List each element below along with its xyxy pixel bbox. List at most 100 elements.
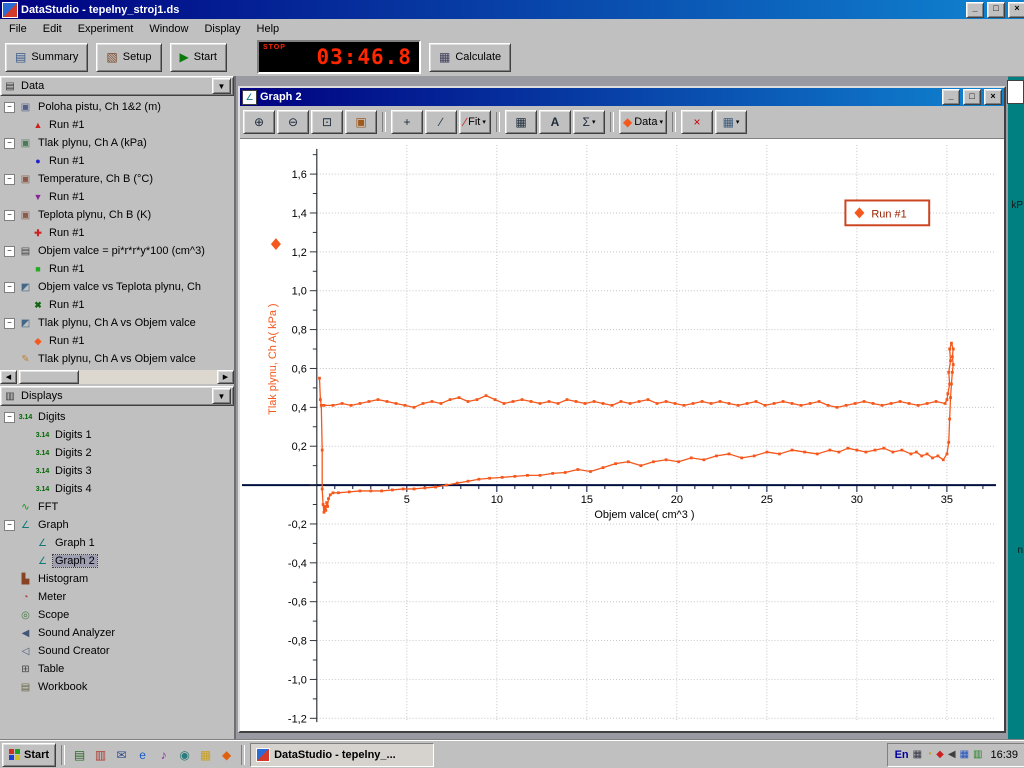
calculator-button[interactable]: ▦ [505,110,537,134]
data-source-item[interactable]: −▣Tlak plynu, Ch A (kPa) [0,134,234,152]
summary-button[interactable]: ▤ Summary [5,43,88,72]
graph-window: ∠ Graph 2 _ □ × ⊕⊖⊡▣+∕∕Fit▾▦AΣ▾◆Data▾×▦▾… [238,86,1006,733]
data-source-item[interactable]: −▤Objem valce = pi*r*r*y*100 (cm^3) [0,242,234,260]
expander-icon[interactable]: − [4,282,15,293]
slope-tool-button[interactable]: ∕ [425,110,457,134]
display-item[interactable]: ◀Sound Analyzer [0,624,234,642]
menu-experiment[interactable]: Experiment [70,21,142,37]
expander-icon[interactable]: − [4,318,15,329]
data-source-item[interactable]: −▣Poloha pistu, Ch 1&2 (m) [0,98,234,116]
display-item[interactable]: ◔Meter [0,588,234,606]
remove-button[interactable]: × [681,110,713,134]
keyboard-layout-icon[interactable]: ▦ [913,749,922,760]
data-tree-hscrollbar[interactable]: ◀ ▶ [0,370,234,384]
displays-panel-menu-button[interactable]: ▼ [212,388,231,404]
display-item[interactable]: −3.14Digits [0,408,234,426]
antivirus-tray-icon[interactable]: ◆ [936,749,944,760]
expander-icon[interactable]: − [4,210,15,221]
display-item[interactable]: −∠Graph [0,516,234,534]
minimize-button[interactable]: _ [966,2,984,18]
display-item[interactable]: 3.14Digits 1 [0,426,234,444]
start-menu-button[interactable]: Start [2,743,56,767]
data-source-item[interactable]: −◩Objem valce vs Teplota plynu, Ch [0,278,234,296]
graph-window-titlebar[interactable]: ∠ Graph 2 _ □ × [240,88,1004,106]
data-panel-menu-button[interactable]: ▼ [212,78,231,94]
graph-settings-button[interactable]: ▦▾ [715,110,747,134]
smart-tool-button[interactable]: + [391,110,423,134]
run-item[interactable]: ✚Run #1 [0,224,234,242]
menu-help[interactable]: Help [249,21,288,37]
scroll-right-button[interactable]: ▶ [217,370,234,384]
datastudio-shortcut-icon[interactable]: ◆ [217,745,236,764]
data-source-item[interactable]: −▣Teplota plynu, Ch B (K) [0,206,234,224]
maximize-button[interactable]: □ [987,2,1005,18]
zoom-in-button[interactable]: ⊕ [243,110,275,134]
document-shortcut-icon[interactable]: ▥ [91,745,110,764]
menu-edit[interactable]: Edit [35,21,70,37]
chart-plot-area[interactable] [240,139,1004,731]
expander-icon[interactable]: − [4,174,15,185]
display-item[interactable]: ◎Scope [0,606,234,624]
display-item[interactable]: ◁Sound Creator [0,642,234,660]
scroll-left-button[interactable]: ◀ [0,370,17,384]
run-item[interactable]: ✖Run #1 [0,296,234,314]
display-item[interactable]: ⊞Table [0,660,234,678]
graph-minimize-button[interactable]: _ [942,89,960,105]
expander-icon[interactable]: − [4,138,15,149]
display-item[interactable]: 3.14Digits 3 [0,462,234,480]
chart[interactable]: 1,61,41,21,00,80,60,40,2-0,2-0,4-0,6-0,8… [240,139,1004,731]
menu-window[interactable]: Window [141,21,196,37]
volume-tray-icon[interactable]: ◀ [948,749,956,760]
display-item[interactable]: ▤Workbook [0,678,234,696]
menu-display[interactable]: Display [196,21,248,37]
expander-icon[interactable]: − [4,520,15,531]
display-item[interactable]: ∠Graph 2 [0,552,234,570]
scheduler-tray-icon[interactable]: ◔ [926,749,932,760]
network-tray-icon[interactable]: ▥ [973,749,982,760]
display-item[interactable]: ∿FFT [0,498,234,516]
data-source-item[interactable]: −◩Tlak plynu, Ch A vs Objem valce [0,314,234,332]
folder-shortcut-icon[interactable]: ▦ [196,745,215,764]
data-source-item[interactable]: −▣Temperature, Ch B (°C) [0,170,234,188]
language-indicator[interactable]: En [895,749,909,761]
data-point-marker [755,400,758,403]
zoom-select-button[interactable]: ⊡ [311,110,343,134]
browser-shortcut-icon[interactable]: e [133,745,152,764]
close-button[interactable]: × [1008,2,1024,18]
display-item[interactable]: 3.14Digits 4 [0,480,234,498]
expander-icon[interactable]: − [4,102,15,113]
globe-shortcut-icon[interactable]: ◉ [175,745,194,764]
menu-file[interactable]: File [1,21,35,37]
text-tool-button[interactable]: A [539,110,571,134]
display-item[interactable]: ∠Graph 1 [0,534,234,552]
datastudio-task-button[interactable]: DataStudio - tepelny_... [250,743,434,767]
display-item[interactable]: 3.14Digits 2 [0,444,234,462]
scroll-thumb[interactable] [19,370,79,384]
start-button[interactable]: ▶ Start [170,43,227,72]
fit-button[interactable]: ∕Fit▾ [459,110,491,134]
display-tray-icon[interactable]: ▦ [960,749,969,760]
mail-shortcut-icon[interactable]: ✉ [112,745,131,764]
media-shortcut-icon[interactable]: ♪ [154,745,173,764]
data-source-item[interactable]: ✎Tlak plynu, Ch A vs Objem valce [0,350,234,368]
run-item[interactable]: ■Run #1 [0,260,234,278]
run-item[interactable]: ▼Run #1 [0,188,234,206]
run-item[interactable]: ◆Run #1 [0,332,234,350]
run-item[interactable]: ●Run #1 [0,152,234,170]
setup-button[interactable]: ▧ Setup [96,43,161,72]
expander-icon[interactable]: − [4,246,15,257]
desktop-shortcut-icon[interactable]: ▤ [70,745,89,764]
y-tick-label: 0,4 [292,402,307,414]
expander-icon[interactable]: − [4,412,15,423]
run-item[interactable]: ▲Run #1 [0,116,234,134]
zoom-out-button[interactable]: ⊖ [277,110,309,134]
graph-maximize-button[interactable]: □ [963,89,981,105]
calculate-button[interactable]: ▦ Calculate [429,43,511,72]
data-point-marker [773,402,776,405]
autoscale-button[interactable]: ▣ [345,110,377,134]
data-button[interactable]: ◆Data▾ [619,110,667,134]
statistics-button[interactable]: Σ▾ [573,110,605,134]
graph-close-button[interactable]: × [984,89,1002,105]
display-item[interactable]: ▙Histogram [0,570,234,588]
legend[interactable]: Run #1 [845,200,929,225]
